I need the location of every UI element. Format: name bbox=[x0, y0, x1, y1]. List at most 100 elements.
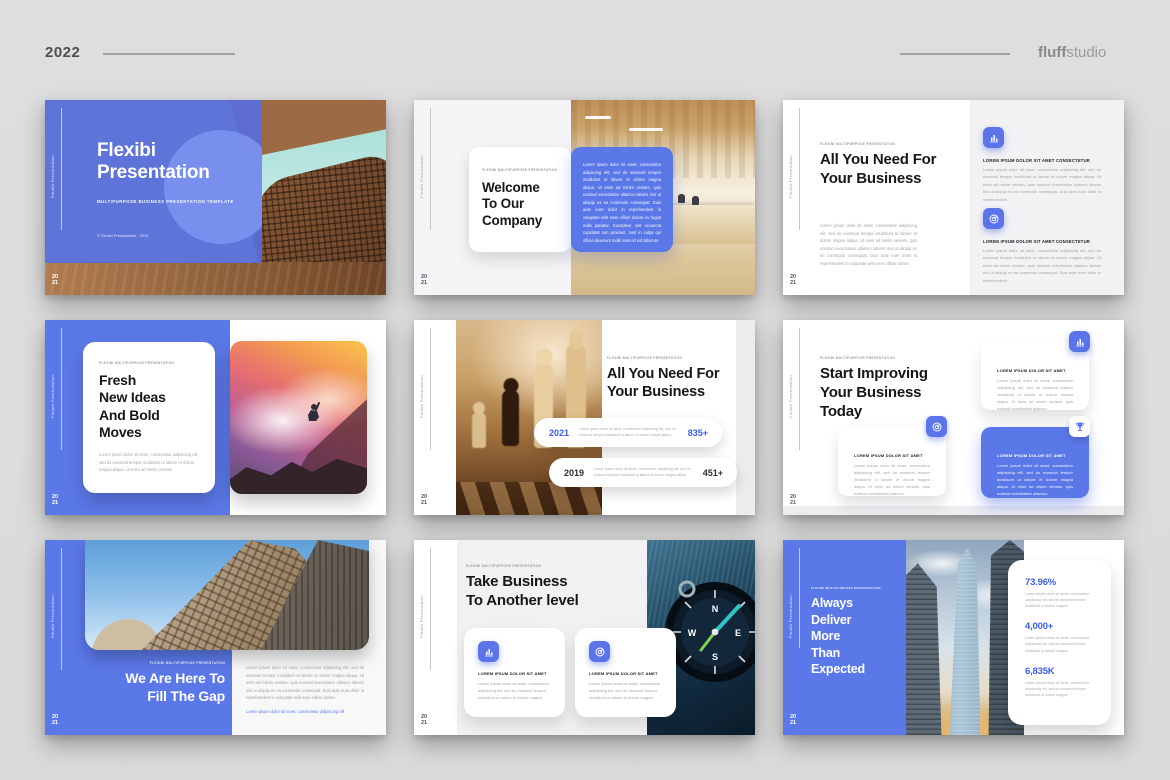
slide-all-you-need[interactable]: FLEXIBI MULTIPURPOSE PRESENTATION All Yo… bbox=[783, 100, 1124, 295]
stat-text: Lorem ipsum dolor sit amet, consectetur … bbox=[594, 467, 693, 479]
eyebrow-label: FLEXIBI MULTIPURPOSE PRESENTATION bbox=[99, 361, 199, 365]
slide-cover[interactable]: Flexibi Presentation MULTIPURPOSE BUSINE… bbox=[45, 100, 386, 295]
body-text: Lorem ipsum dolor sit amet, consectetur … bbox=[246, 664, 364, 702]
vertical-divider bbox=[430, 108, 431, 230]
target-icon bbox=[589, 641, 610, 662]
slide-another-level[interactable]: NSWE FLEXIBI MULTIPURPOSE PRESENTATION T… bbox=[414, 540, 755, 735]
stat-text: Lorem ipsum dolor sit amet, consectetur … bbox=[579, 427, 678, 439]
stat-block: 73.96% Lorem ipsum dolor sit amet, conse… bbox=[1025, 577, 1099, 609]
slide-fresh-ideas[interactable]: FLEXIBI MULTIPURPOSE PRESENTATION Fresh … bbox=[45, 320, 386, 515]
page-number: 20 21 bbox=[790, 274, 796, 287]
stats-card: 73.96% Lorem ipsum dolor sit amet, conse… bbox=[1008, 560, 1111, 725]
svg-text:S: S bbox=[712, 652, 718, 662]
page-number: 20 21 bbox=[790, 714, 796, 727]
body-text: Lorem ipsum dolor sit amet, consectetur … bbox=[99, 451, 199, 473]
bar-chart-icon bbox=[478, 641, 499, 662]
bar-chart-icon bbox=[983, 127, 1004, 148]
page-number: 20 21 bbox=[421, 494, 427, 507]
highlight-card: LOREM IPSUM DOLOR SIT AMET Lorem ipsum d… bbox=[981, 427, 1089, 498]
sunset-mountain-photo bbox=[230, 341, 367, 494]
building-photo bbox=[85, 540, 369, 650]
stat-value: 451+ bbox=[703, 468, 723, 478]
slide-title: All You Need For Your Business bbox=[820, 151, 936, 189]
stat-body: Lorem ipsum dolor sit amet, consectetur … bbox=[1025, 680, 1095, 698]
eyebrow-label: FLEXIBI MULTIPURPOSE PRESENTATION bbox=[607, 356, 682, 360]
feature-title: LOREM IPSUM DOLOR SIT AMET CONSECTETUR bbox=[983, 239, 1090, 244]
header-divider-right bbox=[900, 53, 1010, 55]
reception-desk bbox=[670, 205, 755, 244]
feature-title: LOREM IPSUM DOLOR SIT AMET CONSECTETUR bbox=[983, 158, 1090, 163]
brand-light: studio bbox=[1066, 44, 1106, 61]
skyscraper-photo bbox=[906, 540, 1024, 735]
stat-value: 835+ bbox=[688, 428, 708, 438]
card-body: Lorem ipsum dolor sit amet, consectetur … bbox=[997, 377, 1073, 412]
page-number: 20 21 bbox=[52, 274, 58, 287]
slide-start-improving[interactable]: FLEXIBI MULTIPURPOSE PRESENTATION Start … bbox=[783, 320, 1124, 515]
bar-chart-icon bbox=[1069, 331, 1090, 352]
vertical-divider bbox=[61, 548, 62, 670]
cover-blue-panel: Flexibi Presentation MULTIPURPOSE BUSINE… bbox=[45, 100, 262, 263]
vertical-divider bbox=[430, 328, 431, 450]
slide-grid: Flexibi Presentation MULTIPURPOSE BUSINE… bbox=[45, 100, 1124, 735]
edge-band bbox=[736, 320, 755, 515]
chair bbox=[692, 196, 699, 205]
slide-chess-stats[interactable]: FLEXIBI MULTIPURPOSE PRESENTATION All Yo… bbox=[414, 320, 755, 515]
page-number: 20 21 bbox=[52, 714, 58, 727]
info-card: LOREM IPSUM DOLOR SIT AMET Lorem ipsum d… bbox=[981, 342, 1089, 410]
body-panel: Lorem ipsum dolor sit amet, consectetur … bbox=[571, 147, 673, 252]
svg-text:N: N bbox=[712, 604, 719, 614]
card-title: LOREM IPSUM DOLOR SIT AMET bbox=[997, 453, 1073, 458]
card-body: Lorem ipsum dolor sit amet, consectetur … bbox=[854, 462, 930, 497]
vertical-label: Flexibi Presentation bbox=[50, 108, 55, 198]
vertical-label: Flexibi Presentation bbox=[788, 328, 793, 418]
svg-text:W: W bbox=[688, 628, 697, 638]
slide-title: Always Deliver More Than Expected bbox=[811, 595, 865, 678]
title-card: FLEXIBI MULTIPURPOSE PRESENTATION Fresh … bbox=[83, 342, 215, 493]
stat-block: 6,835K Lorem ipsum dolor sit amet, conse… bbox=[1025, 666, 1099, 698]
stat-year: 2021 bbox=[549, 428, 569, 438]
stat-value: 73.96% bbox=[1025, 577, 1099, 588]
cover-copyright: © Flexibi Presentation - 2021 bbox=[97, 233, 149, 238]
vertical-divider bbox=[799, 108, 800, 230]
stat-block: 4,000+ Lorem ipsum dolor sit amet, conse… bbox=[1025, 621, 1099, 653]
vertical-divider bbox=[799, 548, 800, 648]
vertical-divider bbox=[61, 108, 62, 230]
vertical-label: Flexibi Presentation bbox=[788, 548, 793, 638]
header-divider-left bbox=[103, 53, 235, 55]
vertical-divider bbox=[61, 328, 62, 450]
title-card: FLEXIBI MULTIPURPOSE PRESENTATION Welcom… bbox=[469, 147, 571, 252]
vertical-divider bbox=[799, 328, 800, 450]
page-number: 20 21 bbox=[421, 274, 427, 287]
stat-value: 6,835K bbox=[1025, 666, 1099, 677]
bottom-band bbox=[783, 506, 1124, 515]
trophy-icon bbox=[1069, 416, 1090, 437]
target-icon bbox=[926, 416, 947, 437]
card-title: LOREM IPSUM DOLOR SIT AMET bbox=[997, 368, 1073, 373]
slide-title: Start Improving Your Business Today bbox=[820, 365, 928, 421]
link-text[interactable]: Lorem ipsum dolor sit amet, consectetur … bbox=[246, 709, 345, 714]
cover-title: Flexibi Presentation bbox=[97, 140, 210, 185]
stat-body: Lorem ipsum dolor sit amet, consectetur … bbox=[1025, 635, 1095, 653]
page-number: 20 21 bbox=[52, 494, 58, 507]
slide-always-deliver[interactable]: FLEXIBI MULTIPURPOSE PRESENTATION Always… bbox=[783, 540, 1124, 735]
body-text: Lorem ipsum dolor sit amet, consectetur … bbox=[583, 161, 661, 244]
chess-piece bbox=[472, 412, 486, 448]
eyebrow-label: FLEXIBI MULTIPURPOSE PRESENTATION bbox=[466, 564, 541, 568]
stat-year: 2019 bbox=[564, 468, 584, 478]
card-title: LOREM IPSUM DOLOR SIT AMET bbox=[478, 671, 553, 676]
vertical-label: Flexibi Presentation bbox=[419, 548, 424, 638]
slide-title: Welcome To Our Company bbox=[482, 180, 561, 229]
brand-bold: fluff bbox=[1038, 44, 1066, 61]
slide-fill-the-gap[interactable]: FLEXIBI MULTIPURPOSE PRESENTATION We Are… bbox=[45, 540, 386, 735]
cover-subtitle: MULTIPURPOSE BUSINESS PRESENTATION TEMPL… bbox=[97, 199, 234, 204]
chair bbox=[678, 194, 685, 203]
brand-logo: fluffstudio bbox=[1038, 44, 1106, 61]
stat-value: 4,000+ bbox=[1025, 621, 1099, 632]
slide-welcome[interactable]: FLEXIBI MULTIPURPOSE PRESENTATION Welcom… bbox=[414, 100, 755, 295]
slide-title: Fresh New Ideas And Bold Moves bbox=[99, 372, 199, 441]
card-body: Lorem ipsum dolor sit amet, consectetur … bbox=[997, 462, 1073, 497]
card-title: LOREM IPSUM DOLOR SIT AMET bbox=[589, 671, 664, 676]
feature-body: Lorem ipsum dolor sit amet, consectetur … bbox=[983, 247, 1101, 284]
stat-pill-2019: 2019 Lorem ipsum dolor sit amet, consect… bbox=[549, 458, 737, 487]
feature-body: Lorem ipsum dolor sit amet, consectetur … bbox=[983, 166, 1101, 203]
